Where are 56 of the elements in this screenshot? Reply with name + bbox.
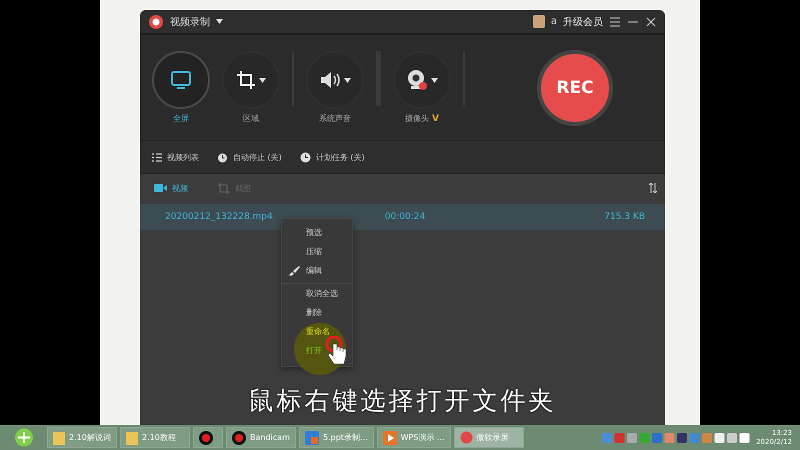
file-duration: 00:00:24 [384, 212, 426, 222]
file-size: 715.3 KB [603, 212, 645, 222]
taskbar-button[interactable]: 2.10教程 [120, 427, 190, 448]
media-tab[interactable]: 视频 [148, 182, 194, 194]
record-icon [232, 430, 246, 444]
file-name: 20200212_132228.mp4 [165, 212, 274, 222]
upgrade-link[interactable]: 升级会员 [563, 14, 603, 28]
record-button[interactable]: REC [537, 50, 613, 126]
brush-icon [288, 266, 300, 276]
webcam-icon [406, 69, 428, 91]
caret-icon [431, 78, 438, 82]
tool-label: 区域 [243, 113, 259, 124]
play-icon [382, 430, 397, 444]
menu-item[interactable]: 打开 [306, 345, 322, 356]
menu-item[interactable]: 取消全选 [306, 288, 338, 299]
taskbar-button[interactable]: 2.10解说词 [47, 427, 117, 448]
option-button[interactable]: 计划任务 (关) [296, 152, 369, 162]
file-row[interactable]: 20200212_132228.mp4 00:00:24 715.3 KB [140, 204, 665, 230]
video-camera-icon [154, 183, 167, 193]
menu-item[interactable]: 预选 [306, 227, 322, 238]
crop-icon [236, 70, 256, 90]
folder-icon [53, 430, 65, 444]
caret-icon [216, 19, 223, 24]
document-icon [305, 430, 319, 444]
close-icon[interactable] [645, 16, 657, 28]
tool-label: 系统声音 [319, 113, 351, 124]
caret-icon [344, 78, 351, 82]
option-button[interactable]: 自动停止 (关) [213, 152, 286, 162]
option-button[interactable]: 视频列表 [148, 152, 203, 162]
tool-label: 全屏 [173, 113, 189, 124]
taskbar-button[interactable] [193, 427, 223, 448]
list-icon [152, 152, 162, 162]
record-icon [460, 431, 473, 444]
menu-item[interactable]: 重命名 [306, 326, 330, 337]
app-logo-icon [148, 14, 164, 30]
taskbar-button[interactable]: Bandicam [226, 427, 296, 448]
speaker-icon [319, 70, 341, 90]
avatar[interactable] [532, 15, 545, 28]
taskbar-button[interactable]: WPS演示 ... [376, 427, 451, 448]
window-title[interactable]: 视频录制 [170, 14, 210, 28]
screenshot-icon [218, 182, 230, 194]
vip-label: V [432, 114, 439, 124]
record-icon [199, 430, 213, 444]
menu-item[interactable]: 编辑 [306, 265, 322, 276]
account-name[interactable]: a [550, 16, 557, 27]
clock-icon [300, 152, 311, 162]
monitor-icon [170, 70, 192, 90]
sort-icon[interactable] [649, 183, 657, 193]
menu-icon[interactable] [609, 16, 621, 28]
caret-icon [259, 78, 266, 82]
subtitle-caption: 鼠标右键选择打开文件夹 [248, 385, 556, 417]
menu-item[interactable]: 压缩 [306, 246, 322, 257]
taskbar-button[interactable]: 5.ppt录制... [299, 427, 374, 448]
menu-item[interactable]: 删除 [306, 307, 322, 318]
tool-label: 摄像头 [405, 113, 430, 124]
folder-icon [126, 430, 138, 444]
